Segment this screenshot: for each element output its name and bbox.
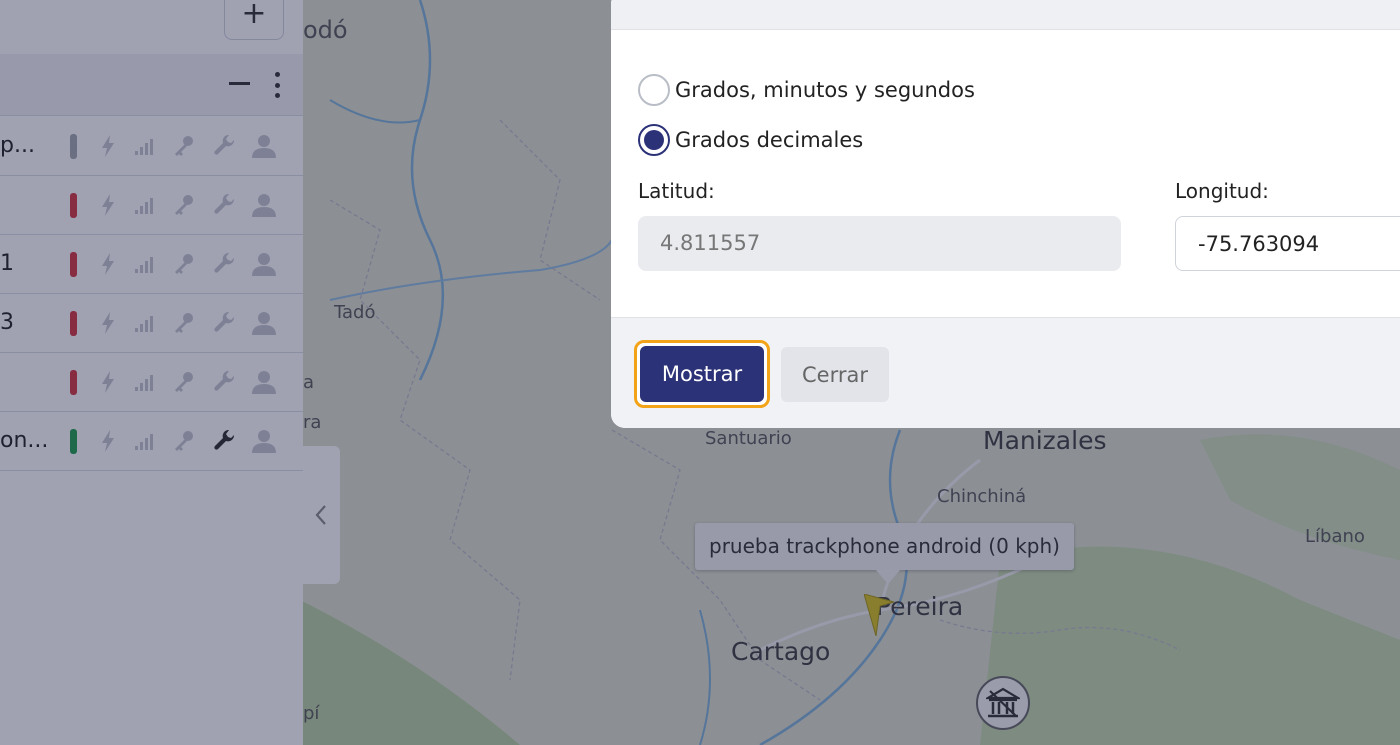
coordinates-dialog: Grados, minutos y segundos Grados decima… bbox=[611, 0, 1400, 428]
longitude-field[interactable]: -75.763094 bbox=[1175, 216, 1400, 271]
longitude-label: Longitud: bbox=[1175, 179, 1269, 203]
radio-decimal-label: Grados decimales bbox=[675, 128, 864, 152]
radio-decimal-option[interactable]: Grados decimales bbox=[638, 124, 863, 156]
dialog-footer: Mostrar Cerrar bbox=[611, 317, 1400, 428]
dialog-header bbox=[611, 0, 1400, 30]
close-button[interactable]: Cerrar bbox=[781, 347, 889, 402]
radio-dms[interactable] bbox=[638, 74, 670, 106]
latitude-label: Latitud: bbox=[638, 179, 715, 203]
show-button-label: Mostrar bbox=[640, 346, 764, 402]
latitude-field[interactable]: 4.811557 bbox=[638, 216, 1121, 271]
show-button[interactable]: Mostrar bbox=[634, 340, 770, 408]
radio-dms-label: Grados, minutos y segundos bbox=[675, 78, 975, 102]
radio-dms-option[interactable]: Grados, minutos y segundos bbox=[638, 74, 975, 106]
radio-decimal[interactable] bbox=[638, 124, 670, 156]
